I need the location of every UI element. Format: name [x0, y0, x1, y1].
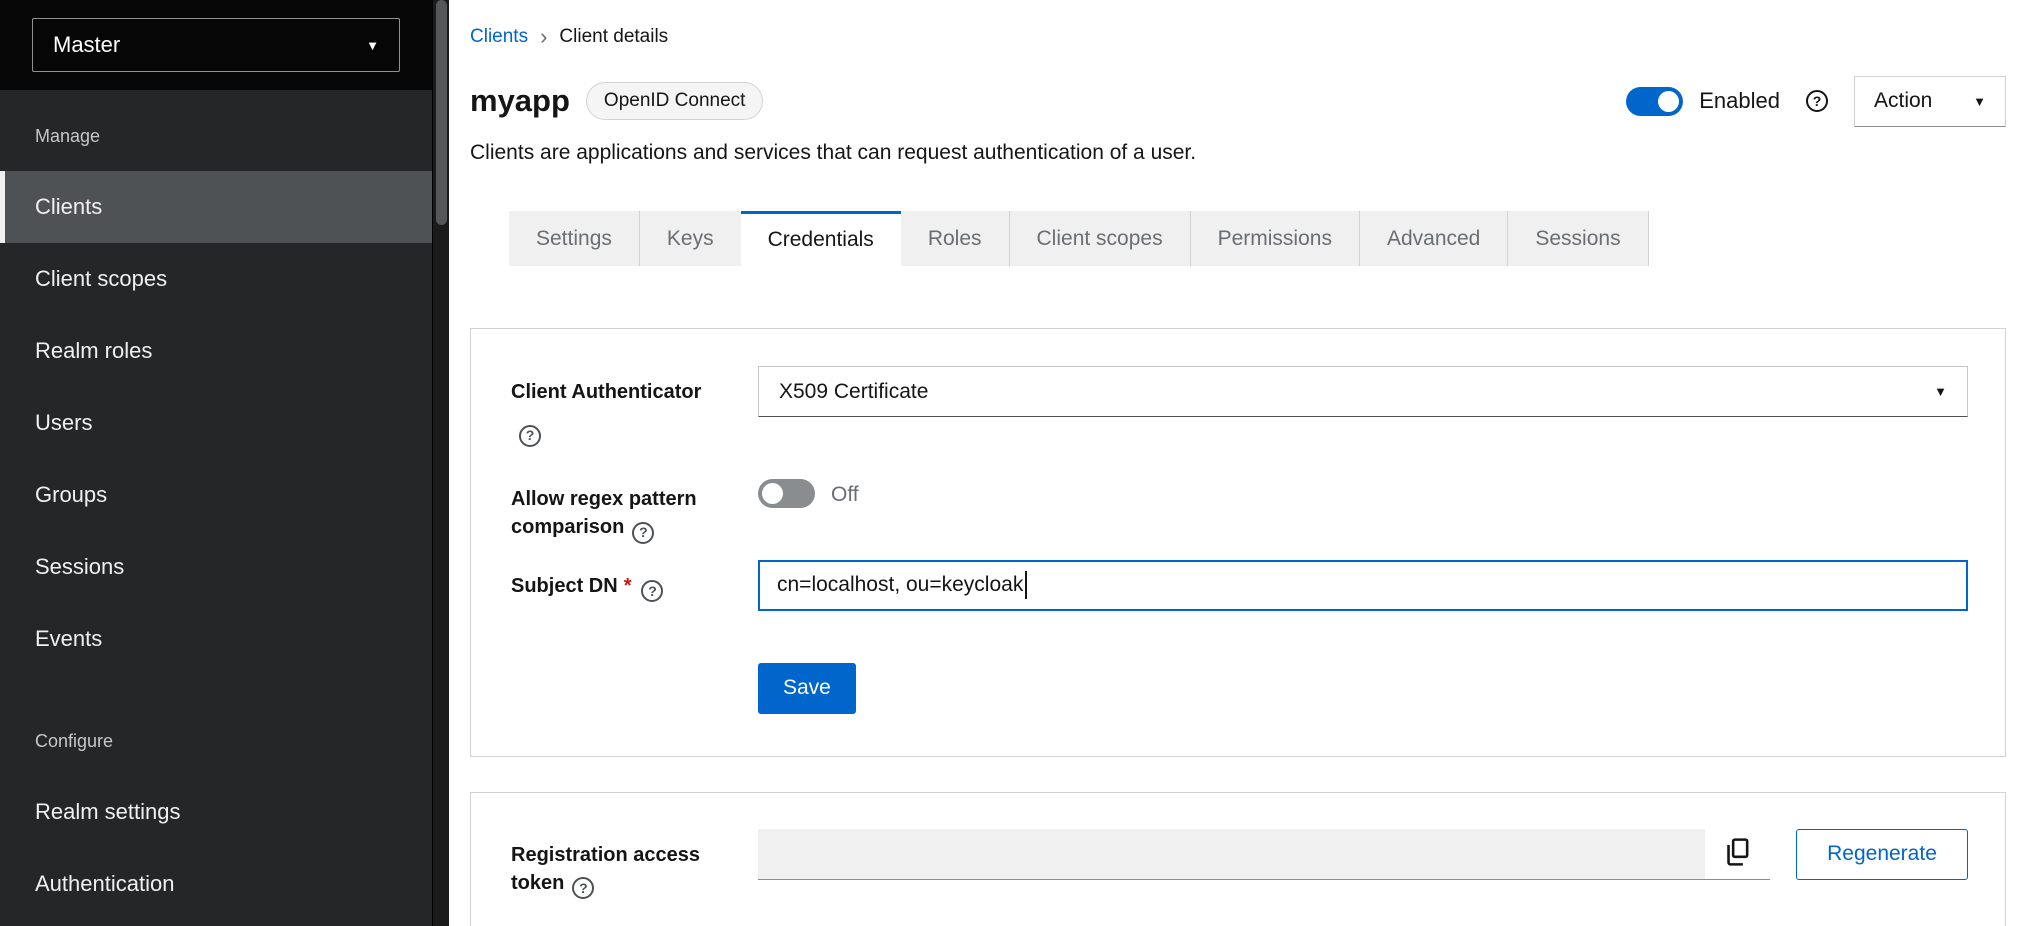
client-authenticator-value: X509 Certificate	[779, 380, 928, 404]
realm-selector[interactable]: Master ▼	[32, 18, 400, 72]
enabled-toggle-knob	[1658, 91, 1679, 112]
required-marker: *	[624, 575, 632, 597]
sidebar-item-authentication[interactable]: Authentication	[0, 848, 432, 920]
client-authenticator-row: Client Authenticator ? X509 Certificate …	[511, 366, 1968, 447]
client-authenticator-label: Client Authenticator ?	[511, 366, 758, 447]
registration-token-card: Registration access token?	[470, 792, 2006, 926]
sidebar-scrollbar-thumb[interactable]	[436, 0, 447, 225]
copy-button[interactable]	[1705, 829, 1770, 879]
breadcrumb-link-clients[interactable]: Clients	[470, 26, 528, 48]
realm-selector-label: Master	[53, 32, 120, 58]
sidebar-item-users[interactable]: Users	[0, 387, 432, 459]
registration-token-row: Registration access token?	[511, 829, 1968, 900]
tab-advanced[interactable]: Advanced	[1360, 211, 1508, 266]
main-content: Clients › Client details myapp OpenID Co…	[449, 0, 2042, 926]
regex-compare-toggle-knob	[762, 483, 783, 504]
tab-credentials[interactable]: Credentials	[741, 211, 901, 266]
enabled-toggle[interactable]	[1626, 87, 1683, 116]
tab-bar: Settings Keys Credentials Roles Client s…	[509, 211, 2006, 266]
regex-compare-label: Allow regex pattern comparison?	[511, 473, 758, 544]
credentials-card: Client Authenticator ? X509 Certificate …	[470, 328, 2006, 757]
sidebar-nav: Manage Clients Client scopes Realm roles…	[0, 90, 432, 926]
page-description: Clients are applications and services th…	[470, 141, 2006, 165]
copy-icon	[1725, 838, 1751, 869]
header-actions: Enabled ? Action ▼	[1626, 76, 2006, 127]
client-authenticator-select[interactable]: X509 Certificate ▼	[758, 366, 1968, 417]
page-title: myapp	[470, 83, 570, 119]
sidebar-item-groups[interactable]: Groups	[0, 459, 432, 531]
breadcrumb: Clients › Client details	[470, 0, 2006, 50]
chevron-down-icon: ▼	[1934, 385, 1947, 398]
tab-client-scopes[interactable]: Client scopes	[1010, 211, 1191, 266]
registration-token-input	[758, 829, 1705, 879]
registration-token-help-icon[interactable]: ?	[572, 877, 594, 899]
client-authenticator-help-icon[interactable]: ?	[519, 425, 541, 447]
sidebar-item-clients[interactable]: Clients	[0, 171, 432, 243]
subject-dn-value: cn=localhost, ou=keycloak	[777, 573, 1023, 597]
subject-dn-input[interactable]: cn=localhost, ou=keycloak	[758, 560, 1968, 611]
subject-dn-row: Subject DN*? cn=localhost, ou=keycloak	[511, 560, 1968, 611]
enabled-label: Enabled	[1699, 88, 1780, 114]
sidebar-scrollbar[interactable]	[432, 0, 449, 926]
action-dropdown-label: Action	[1874, 89, 1932, 113]
tab-roles[interactable]: Roles	[901, 211, 1010, 266]
tab-sessions[interactable]: Sessions	[1508, 211, 1648, 266]
regex-compare-toggle[interactable]	[758, 479, 815, 508]
page-header: myapp OpenID Connect Enabled ? Action ▼	[470, 74, 2006, 128]
text-cursor	[1025, 571, 1027, 599]
sidebar-item-events[interactable]: Events	[0, 603, 432, 675]
regex-compare-row: Allow regex pattern comparison? Off	[511, 473, 1968, 544]
sidebar-item-client-scopes[interactable]: Client scopes	[0, 243, 432, 315]
tab-settings[interactable]: Settings	[509, 211, 640, 266]
nav-section-configure: Configure Realm settings Authentication	[0, 731, 432, 920]
sidebar-masthead: Master ▼	[0, 0, 432, 90]
nav-list-configure: Realm settings Authentication	[0, 776, 432, 920]
breadcrumb-separator-icon: ›	[540, 24, 547, 50]
sidebar-item-sessions[interactable]: Sessions	[0, 531, 432, 603]
regenerate-button[interactable]: Regenerate	[1796, 829, 1968, 880]
enabled-help-icon[interactable]: ?	[1806, 90, 1828, 112]
nav-section-manage: Manage Clients Client scopes Realm roles…	[0, 126, 432, 675]
nav-section-title-manage: Manage	[35, 126, 432, 147]
sidebar-item-realm-settings[interactable]: Realm settings	[0, 776, 432, 848]
action-dropdown[interactable]: Action ▼	[1854, 76, 2006, 127]
sidebar-item-realm-roles[interactable]: Realm roles	[0, 315, 432, 387]
chevron-down-icon: ▼	[366, 39, 379, 52]
subject-dn-help-icon[interactable]: ?	[641, 580, 663, 602]
regex-compare-help-icon[interactable]: ?	[632, 522, 654, 544]
registration-token-label: Registration access token?	[511, 829, 758, 900]
nav-section-title-configure: Configure	[35, 731, 432, 752]
tab-keys[interactable]: Keys	[640, 211, 741, 266]
chevron-down-icon: ▼	[1973, 95, 1986, 108]
regex-compare-state: Off	[831, 483, 859, 507]
protocol-badge: OpenID Connect	[586, 82, 764, 120]
app-window: Master ▼ Manage Clients Client scopes Re…	[0, 0, 2042, 926]
nav-list-manage: Clients Client scopes Realm roles Users …	[0, 171, 432, 675]
breadcrumb-current: Client details	[559, 26, 668, 48]
save-button[interactable]: Save	[758, 663, 856, 714]
tab-permissions[interactable]: Permissions	[1191, 211, 1360, 266]
sidebar: Master ▼ Manage Clients Client scopes Re…	[0, 0, 432, 926]
subject-dn-label: Subject DN*?	[511, 560, 758, 611]
